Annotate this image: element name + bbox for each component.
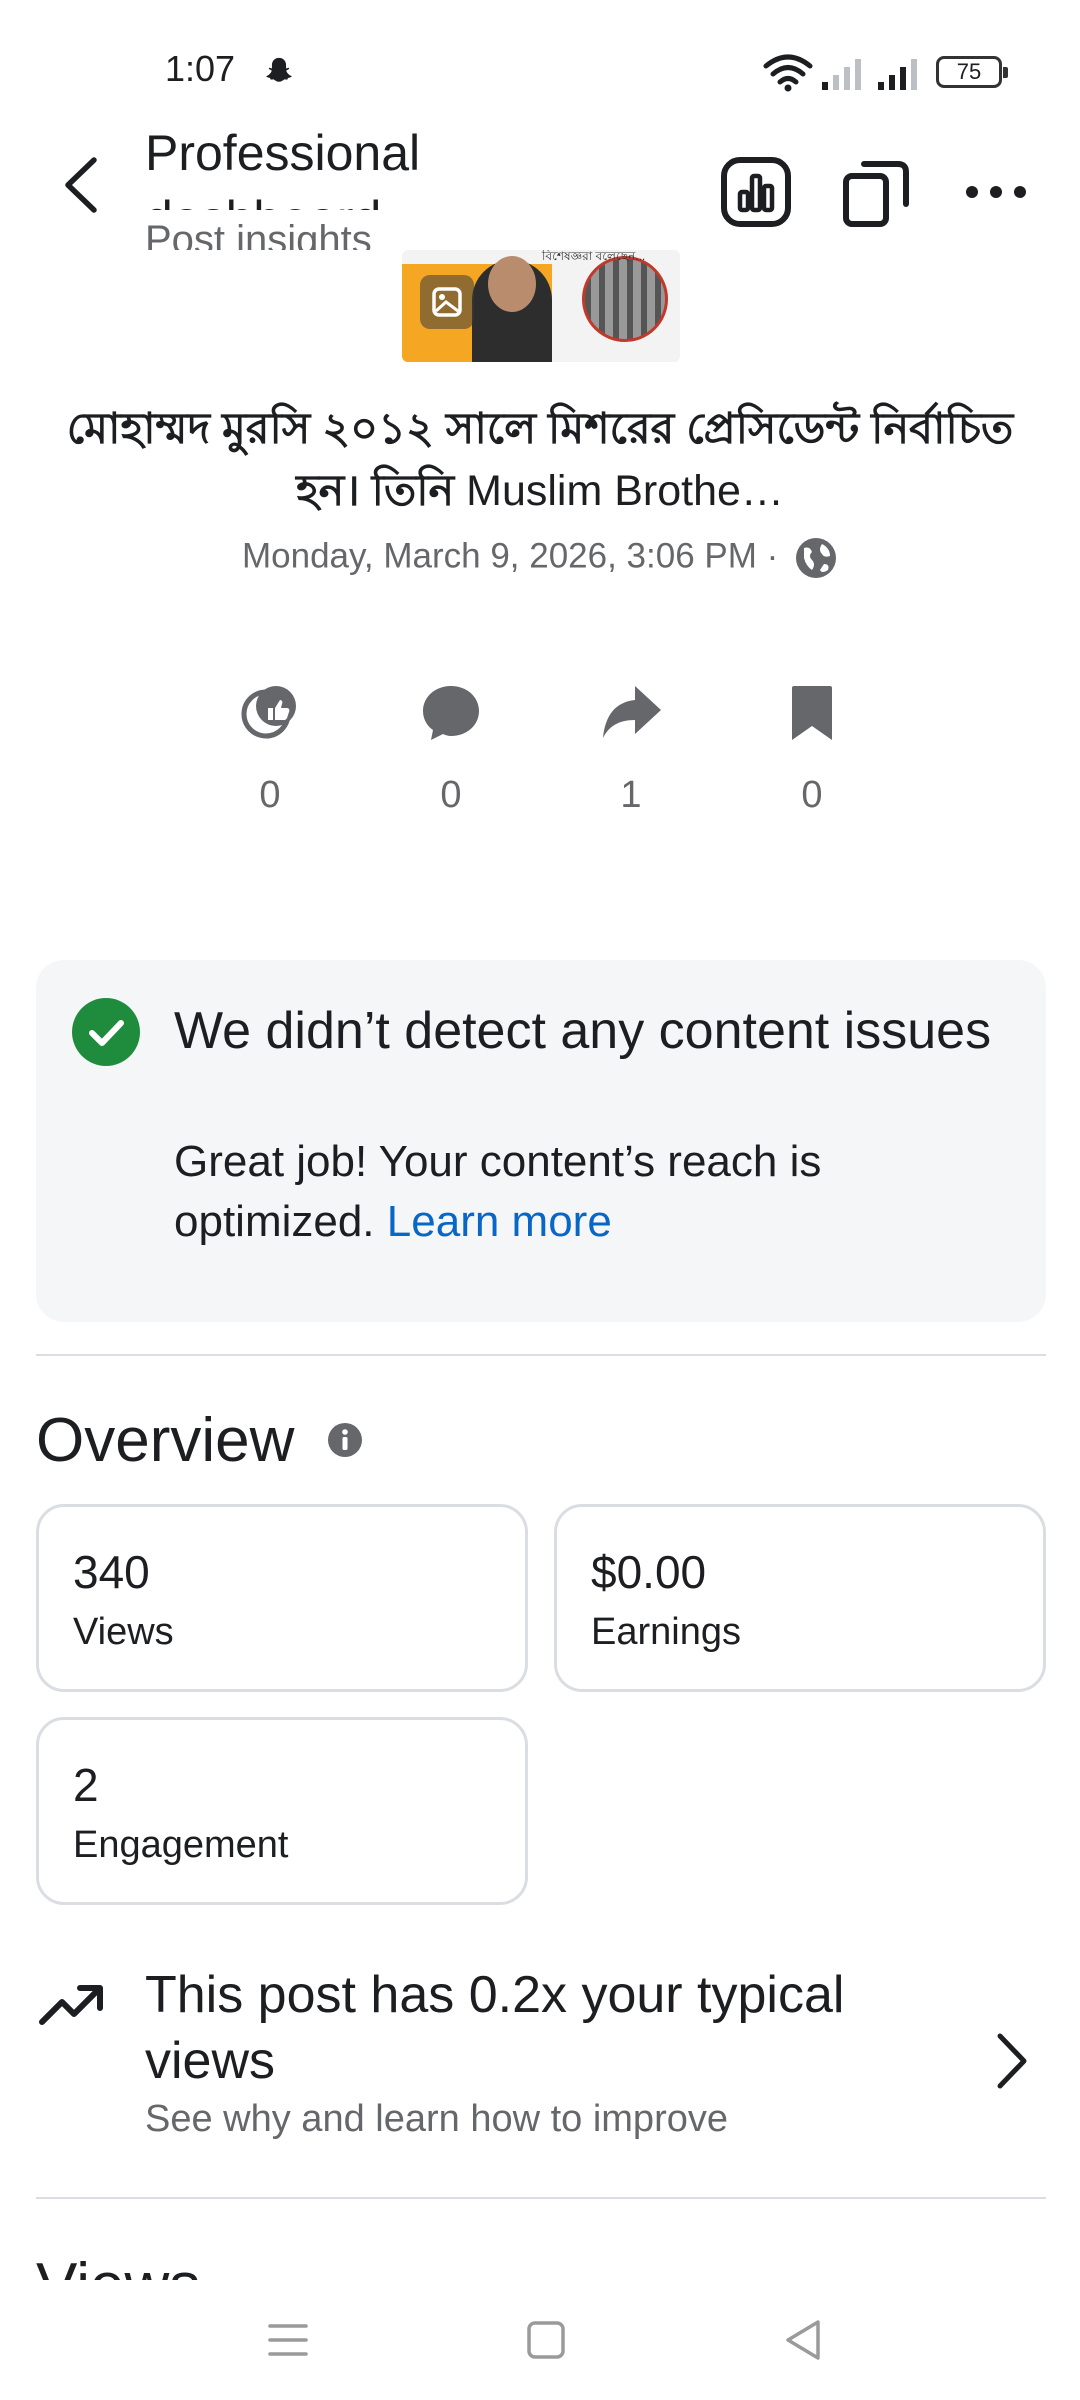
earnings-metric-card[interactable]: $0.00 Earnings: [554, 1504, 1046, 1692]
typical-views-title: This post has 0.2x your typical views: [145, 1966, 845, 2090]
engagement-value: 2: [73, 1759, 99, 1811]
post-text-latin: Muslim Brothe…: [454, 467, 784, 515]
content-issues-description: Great job! Your content’s reach is optim…: [174, 1132, 994, 1252]
engagement-label: Engagement: [73, 1824, 289, 1866]
post-meta: Monday, March 9, 2026, 3:06 PM ·: [0, 536, 1080, 580]
earnings-label: Earnings: [591, 1611, 741, 1653]
info-icon[interactable]: [327, 1422, 363, 1458]
signal-sim2-icon: [878, 59, 917, 90]
thumbnail-circle-photo: [582, 256, 668, 342]
check-circle-icon: [72, 998, 140, 1066]
signal-sim1-icon: [822, 59, 861, 90]
typical-views-row[interactable]: This post has 0.2x your typical views Se…: [0, 1950, 1080, 2150]
chevron-right-icon: [997, 2033, 1027, 2089]
typical-views-subtitle: See why and learn how to improve: [145, 2098, 728, 2140]
recent-apps-icon[interactable]: [262, 2314, 314, 2366]
reactions-stat: 0: [220, 680, 320, 817]
learn-more-link[interactable]: Learn more: [387, 1197, 612, 1246]
content-issues-title: We didn’t detect any content issues: [174, 1002, 992, 1060]
post-date: Monday, March 9, 2026, 3:06 PM ·: [241, 536, 779, 576]
page-subtitle: Post insights: [145, 218, 372, 250]
page-title: Professional dashboard: [145, 125, 421, 210]
share-arrow-icon: [603, 686, 661, 738]
nav-back-icon[interactable]: [778, 2314, 830, 2366]
reaction-like-icon: [241, 686, 296, 739]
wifi-icon: [763, 54, 813, 92]
insights-chart-icon[interactable]: [716, 152, 796, 232]
home-icon[interactable]: [520, 2314, 572, 2366]
shares-count: 1: [620, 774, 642, 816]
app-header: Professional dashboard Post insights: [0, 120, 1080, 250]
trending-up-icon: [39, 1985, 103, 2025]
comments-stat: 0: [401, 680, 501, 817]
divider: [36, 2197, 1046, 2199]
divider: [36, 1354, 1046, 1356]
earnings-value: $0.00: [591, 1546, 707, 1598]
comment-bubble-icon: [423, 686, 479, 740]
saves-stat: 0: [762, 680, 862, 817]
image-icon: [420, 275, 474, 329]
thumbnail-caption: বিশেষজ্ঞরা বলেছেন...: [542, 250, 646, 263]
thumbnail-face: [488, 256, 536, 312]
status-time: 1:07: [165, 48, 236, 89]
bookmark-icon: [792, 686, 832, 740]
shares-stat: 1: [581, 680, 681, 817]
status-bar: 1:07 75: [0, 0, 1080, 130]
copy-icon[interactable]: [836, 152, 916, 232]
saves-count: 0: [801, 774, 823, 816]
views-label: Views: [73, 1611, 174, 1653]
engagement-metric-card[interactable]: 2 Engagement: [36, 1717, 528, 1905]
post-text: মোহাম্মদ মুরসি ২০১২ সালে মিশরের প্রেসিডে…: [60, 398, 1020, 522]
back-arrow-icon[interactable]: [50, 150, 120, 220]
globe-icon: [796, 538, 836, 578]
overview-title: Overview: [36, 1406, 295, 1475]
reactions-count: 0: [259, 774, 281, 816]
battery-indicator: 75: [936, 56, 1008, 88]
views-metric-card[interactable]: 340 Views: [36, 1504, 528, 1692]
comments-count: 0: [440, 774, 462, 816]
header-title-block: Professional dashboard Post insights: [145, 120, 445, 250]
content-issues-card: We didn’t detect any content issues Grea…: [36, 960, 1046, 1322]
more-options-icon[interactable]: [956, 152, 1036, 232]
views-value: 340: [73, 1546, 150, 1598]
system-nav-bar: [0, 2280, 1080, 2400]
snapchat-ghost-icon: [266, 57, 292, 82]
